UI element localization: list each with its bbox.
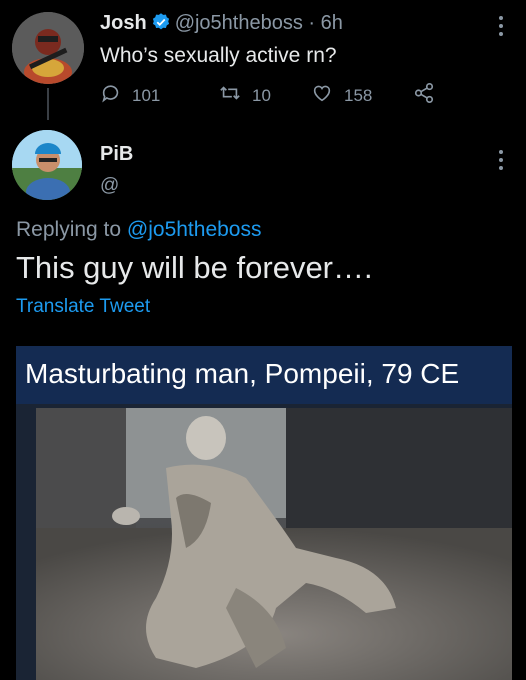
media-caption: Masturbating man, Pompeii, 79 CE [25,358,460,389]
replying-to-label: Replying to [16,218,122,241]
tweet-header: Josh @jo5htheboss · 6h [100,12,343,38]
like-button[interactable]: 158 [310,82,372,109]
tweet-text: Who’s sexually active rn? [100,44,337,67]
replying-to-line: Replying to @jo5htheboss [16,218,261,242]
tweet-media-image[interactable]: Masturbating man, Pompeii, 79 CE [16,346,512,680]
reply-button[interactable]: 101 [100,82,160,109]
pompeii-cast-photo [36,408,512,680]
reply-author-handle: @ [100,175,120,196]
retweet-button[interactable]: 10 [218,82,271,109]
author-name[interactable]: Josh [100,12,147,34]
more-icon[interactable] [498,14,504,43]
author-avatar[interactable] [12,12,84,84]
share-button[interactable] [412,82,436,109]
reply-author-name[interactable]: PiB [100,143,133,166]
translate-tweet-link[interactable]: Translate Tweet [16,296,150,318]
reply-count: 101 [132,85,161,105]
more-icon[interactable] [498,148,504,177]
retweet-icon [218,82,242,109]
like-count: 158 [344,85,373,105]
share-icon [412,82,436,109]
media-caption-bar: Masturbating man, Pompeii, 79 CE [16,346,512,404]
thread-line [47,88,49,120]
reply-icon [100,82,122,109]
reply-author-avatar[interactable] [12,130,82,200]
reply-text: This guy will be forever…. [16,250,373,285]
retweet-count: 10 [252,85,271,105]
verified-icon [151,12,171,38]
handle-time: @jo5htheboss · 6h [174,12,343,34]
replying-to-handle-link[interactable]: @jo5htheboss [127,218,262,241]
like-icon [310,82,334,109]
